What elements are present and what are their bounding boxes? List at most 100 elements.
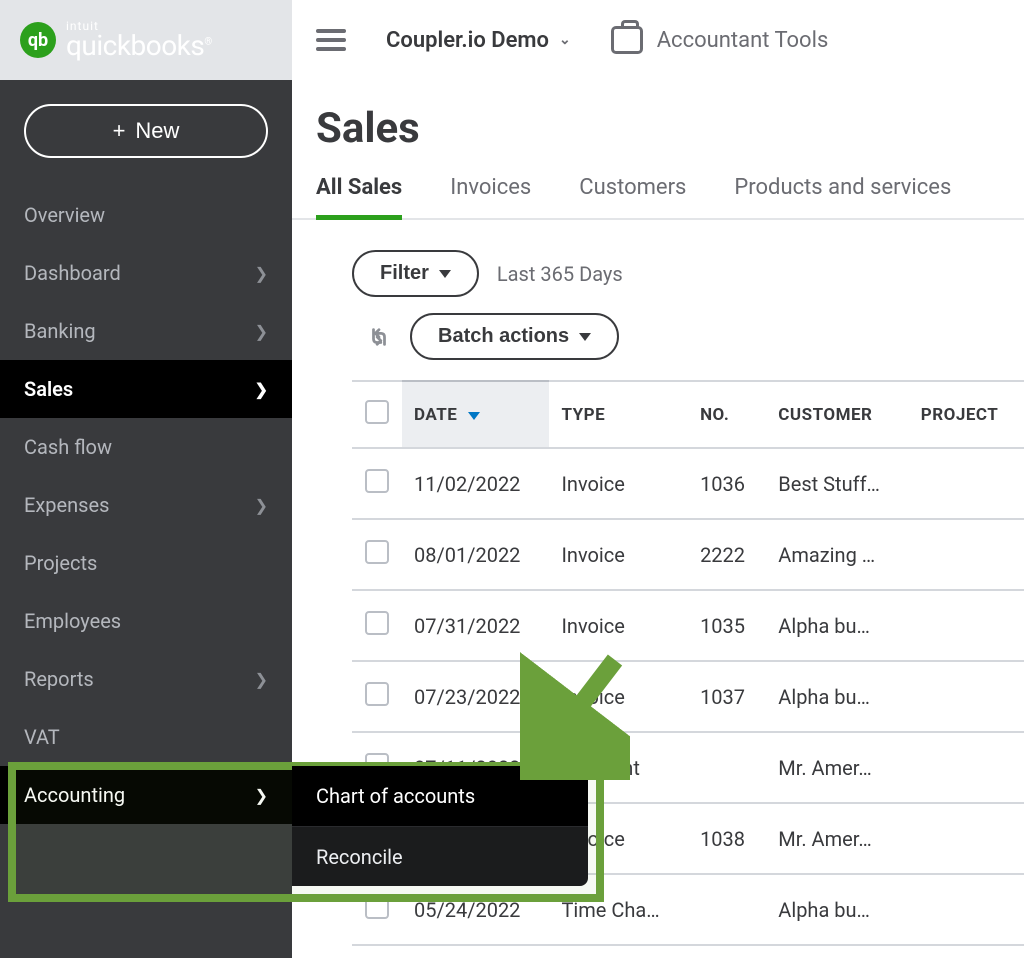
batch-actions-button[interactable]: Batch actions: [410, 313, 619, 360]
briefcase-icon: [611, 26, 643, 54]
chevron-down-icon: ⌄: [559, 32, 571, 48]
table-row[interactable]: 07/23/2022Invoice1037Alpha bu…: [352, 661, 1024, 732]
nav-item-cash-flow[interactable]: Cash flow: [0, 418, 292, 476]
filter-button[interactable]: Filter: [352, 250, 479, 297]
plus-icon: +: [113, 118, 126, 144]
nav-label: Banking: [24, 319, 96, 343]
nav-item-vat[interactable]: VAT: [0, 708, 292, 766]
hamburger-icon[interactable]: [316, 29, 346, 51]
chevron-right-icon: ❯: [255, 496, 268, 515]
row-checkbox[interactable]: [365, 682, 389, 706]
cell-project: [909, 590, 1024, 661]
nav-item-sales[interactable]: Sales ❯: [0, 360, 292, 418]
new-button-label: New: [135, 118, 179, 144]
row-checkbox[interactable]: [365, 540, 389, 564]
nav-label: Cash flow: [24, 435, 112, 459]
cell-project: [909, 448, 1024, 519]
filter-row-1: Filter Last 365 Days: [292, 220, 1024, 305]
filter-label: Filter: [380, 262, 429, 285]
submenu-label: Reconcile: [316, 845, 403, 869]
row-checkbox[interactable]: [365, 469, 389, 493]
nav-label: Expenses: [24, 493, 109, 517]
filter-range-text: Last 365 Days: [497, 262, 623, 286]
nav-label: Employees: [24, 609, 121, 633]
cell-date: 08/01/2022: [402, 519, 549, 590]
cell-type: Invoice: [549, 519, 688, 590]
submenu-chart-of-accounts[interactable]: Chart of accounts: [292, 766, 588, 826]
cell-no: 1038: [688, 803, 766, 874]
cell-date: 11/02/2022: [402, 448, 549, 519]
chevron-right-icon: ❯: [255, 380, 268, 399]
th-select-all[interactable]: [352, 381, 402, 448]
nav-label: Projects: [24, 551, 97, 575]
nav-item-expenses[interactable]: Expenses ❯: [0, 476, 292, 534]
nav-item-overview[interactable]: Overview: [0, 186, 292, 244]
cell-type: Invoice: [549, 448, 688, 519]
cell-date: 07/23/2022: [402, 661, 549, 732]
tab-all-sales[interactable]: All Sales: [316, 175, 402, 218]
cell-type: Invoice: [549, 661, 688, 732]
chevron-right-icon: ❯: [255, 264, 268, 283]
cell-project: [909, 519, 1024, 590]
cell-date: 07/31/2022: [402, 590, 549, 661]
cell-customer: Alpha bu…: [766, 590, 908, 661]
table-row[interactable]: 07/31/2022Invoice1035Alpha bu…: [352, 590, 1024, 661]
cell-no: 1036: [688, 448, 766, 519]
cell-type: Invoice: [549, 590, 688, 661]
th-type[interactable]: TYPE: [549, 381, 688, 448]
nav-item-accounting[interactable]: Accounting ❯ Chart of accounts Reconcile: [0, 766, 292, 824]
caret-down-icon: [579, 333, 591, 341]
tab-products-services[interactable]: Products and services: [734, 175, 951, 218]
accountant-tools-button[interactable]: Accountant Tools: [611, 26, 829, 54]
submenu-label: Chart of accounts: [316, 784, 475, 808]
nav-item-dashboard[interactable]: Dashboard ❯: [0, 244, 292, 302]
cell-customer: Mr. Amer…: [766, 803, 908, 874]
logo-text: intuit quickbooks®: [66, 20, 212, 60]
nav-item-projects[interactable]: Projects: [0, 534, 292, 592]
org-switcher[interactable]: Coupler.io Demo ⌄: [386, 28, 571, 53]
cell-project: [909, 874, 1024, 945]
table-row[interactable]: 11/02/2022Invoice1036Best Stuff…: [352, 448, 1024, 519]
th-project[interactable]: PROJECT: [909, 381, 1024, 448]
nav-label: VAT: [24, 725, 60, 749]
th-customer[interactable]: CUSTOMER: [766, 381, 908, 448]
chevron-right-icon: ❯: [255, 786, 268, 805]
cell-no: [688, 732, 766, 803]
caret-down-icon: [439, 270, 451, 278]
cell-no: 1035: [688, 590, 766, 661]
cell-no: [688, 874, 766, 945]
nav-item-banking[interactable]: Banking ❯: [0, 302, 292, 360]
nav-label: Reports: [24, 667, 94, 691]
th-date[interactable]: DATE: [402, 381, 549, 448]
row-checkbox[interactable]: [365, 611, 389, 635]
cell-no: 1037: [688, 661, 766, 732]
tab-invoices[interactable]: Invoices: [450, 175, 531, 218]
nav-item-employees[interactable]: Employees: [0, 592, 292, 650]
import-arrow-icon[interactable]: [368, 323, 390, 351]
new-button[interactable]: + New: [24, 104, 268, 158]
nav-item-reports[interactable]: Reports ❯: [0, 650, 292, 708]
logo-bar: qb intuit quickbooks®: [0, 0, 292, 80]
row-checkbox[interactable]: [365, 895, 389, 919]
submenu-reconcile[interactable]: Reconcile: [292, 826, 588, 886]
top-bar: Coupler.io Demo ⌄ Accountant Tools: [292, 0, 1024, 80]
cell-no: 2222: [688, 519, 766, 590]
tab-customers[interactable]: Customers: [579, 175, 686, 218]
checkbox[interactable]: [365, 400, 389, 424]
cell-customer: Alpha bu…: [766, 874, 908, 945]
sort-desc-icon: [468, 412, 480, 420]
filter-row-2: Batch actions: [292, 305, 1024, 380]
nav-list: Overview Dashboard ❯ Banking ❯ Sales ❯ C…: [0, 186, 292, 824]
cell-project: [909, 661, 1024, 732]
th-no[interactable]: NO.: [688, 381, 766, 448]
table-row[interactable]: 08/01/2022Invoice2222Amazing …: [352, 519, 1024, 590]
accountant-tools-label: Accountant Tools: [657, 28, 829, 53]
cell-customer: Best Stuff…: [766, 448, 908, 519]
nav-label: Dashboard: [24, 261, 121, 285]
cell-customer: Mr. Amer…: [766, 732, 908, 803]
logo-product-text: quickbooks®: [66, 32, 212, 60]
cell-project: [909, 803, 1024, 874]
th-label: DATE: [414, 405, 457, 425]
cell-customer: Alpha bu…: [766, 661, 908, 732]
accounting-submenu: Chart of accounts Reconcile: [292, 766, 588, 886]
